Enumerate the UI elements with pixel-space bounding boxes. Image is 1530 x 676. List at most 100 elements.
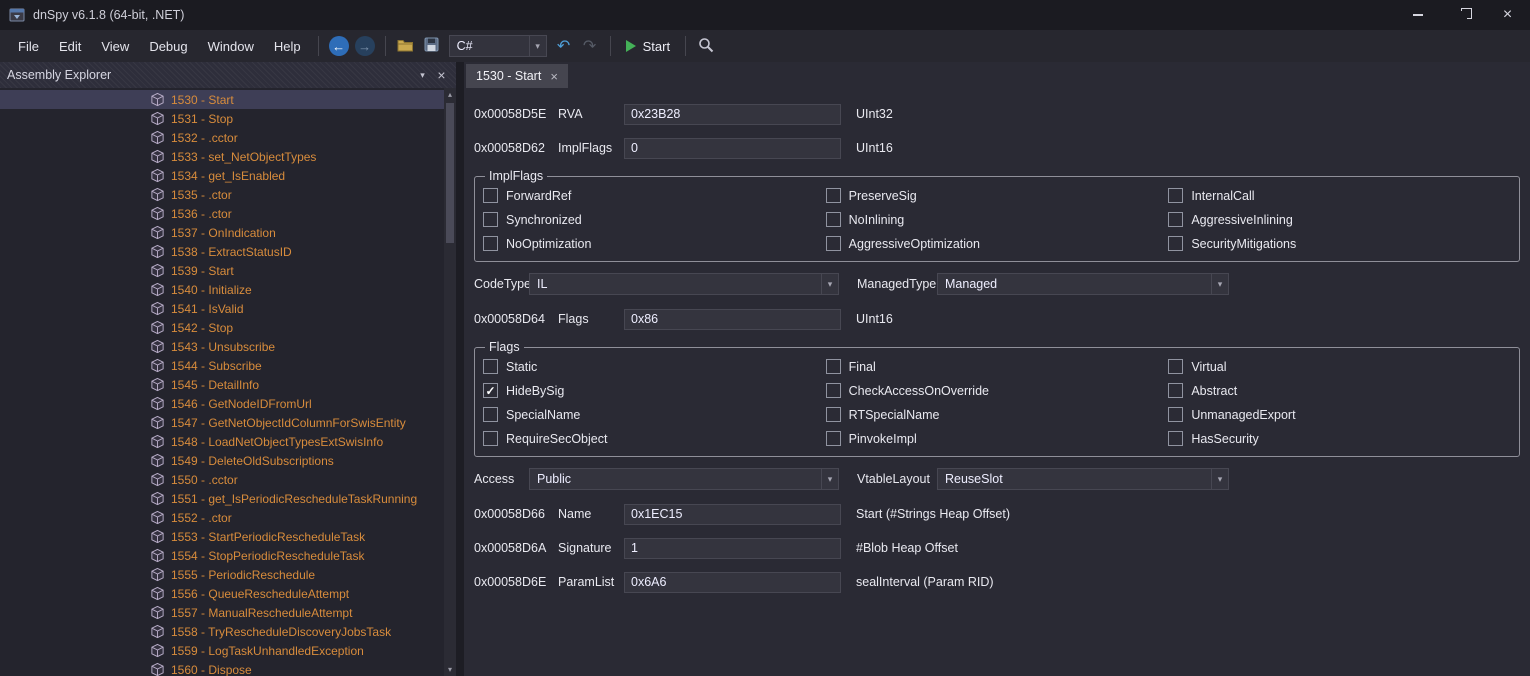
menu-item[interactable]: Window bbox=[198, 34, 264, 59]
save-all-button[interactable] bbox=[419, 33, 445, 59]
scroll-down-icon[interactable]: ▾ bbox=[444, 663, 456, 676]
flag-checkbox[interactable]: HasSecurity bbox=[1168, 427, 1511, 450]
flag-checkbox[interactable]: SpecialName bbox=[483, 403, 826, 426]
tree-item[interactable]: 1537 - OnIndication bbox=[0, 223, 456, 242]
tree-item[interactable]: 1543 - Unsubscribe bbox=[0, 337, 456, 356]
flag-checkbox[interactable]: UnmanagedExport bbox=[1168, 403, 1511, 426]
flag-checkbox[interactable]: HideBySig bbox=[483, 379, 826, 402]
language-combobox[interactable]: C# ▾ bbox=[449, 35, 547, 57]
flag-checkbox[interactable]: NoOptimization bbox=[483, 232, 826, 255]
flag-checkbox[interactable]: CheckAccessOnOverride bbox=[826, 379, 1169, 402]
tree-item[interactable]: 1559 - LogTaskUnhandledException bbox=[0, 641, 456, 660]
scroll-up-icon[interactable]: ▴ bbox=[444, 88, 456, 101]
start-debugging-button[interactable]: Start bbox=[618, 33, 678, 59]
flag-checkbox-label: UnmanagedExport bbox=[1191, 408, 1295, 422]
redo-button[interactable]: ↷ bbox=[577, 33, 603, 59]
type-label: UInt16 bbox=[856, 141, 893, 155]
checkbox-box-icon bbox=[483, 383, 498, 398]
menu-item[interactable]: Debug bbox=[139, 34, 197, 59]
tree-item[interactable]: 1544 - Subscribe bbox=[0, 356, 456, 375]
vtablelayout-combobox[interactable]: ReuseSlot ▾ bbox=[937, 468, 1229, 490]
tree-item[interactable]: 1533 - set_NetObjectTypes bbox=[0, 147, 456, 166]
flag-checkbox[interactable]: Abstract bbox=[1168, 379, 1511, 402]
panel-close-button[interactable]: × bbox=[432, 65, 451, 85]
panel-menu-button[interactable]: ▾ bbox=[413, 65, 432, 85]
flag-checkbox[interactable]: Synchronized bbox=[483, 208, 826, 231]
flag-checkbox[interactable]: Final bbox=[826, 355, 1169, 378]
tab-close-icon[interactable]: × bbox=[550, 69, 558, 84]
tree-item[interactable]: 1550 - .cctor bbox=[0, 470, 456, 489]
flag-checkbox[interactable]: Static bbox=[483, 355, 826, 378]
access-combobox[interactable]: Public ▾ bbox=[529, 468, 839, 490]
codetype-combobox[interactable]: IL ▾ bbox=[529, 273, 839, 295]
tree-item[interactable]: 1560 - Dispose bbox=[0, 660, 456, 676]
restore-button[interactable] bbox=[1440, 0, 1485, 30]
flag-checkbox[interactable]: AggressiveOptimization bbox=[826, 232, 1169, 255]
tree-item[interactable]: 1547 - GetNetObjectIdColumnForSwisEntity bbox=[0, 413, 456, 432]
tree-item[interactable]: 1554 - StopPeriodicRescheduleTask bbox=[0, 546, 456, 565]
implflags-input[interactable] bbox=[624, 138, 841, 159]
method-icon bbox=[150, 358, 165, 373]
tree-item[interactable]: 1552 - .ctor bbox=[0, 508, 456, 527]
name-input[interactable] bbox=[624, 504, 841, 525]
tree-item[interactable]: 1531 - Stop bbox=[0, 109, 456, 128]
tree-item[interactable]: 1545 - DetailInfo bbox=[0, 375, 456, 394]
tree-item[interactable]: 1546 - GetNodeIDFromUrl bbox=[0, 394, 456, 413]
signature-input[interactable] bbox=[624, 538, 841, 559]
flag-checkbox[interactable]: AggressiveInlining bbox=[1168, 208, 1511, 231]
undo-button[interactable]: ↶ bbox=[551, 33, 577, 59]
tree-item[interactable]: 1539 - Start bbox=[0, 261, 456, 280]
flag-checkbox[interactable]: Virtual bbox=[1168, 355, 1511, 378]
flag-checkbox-label: Virtual bbox=[1191, 360, 1226, 374]
flag-checkbox[interactable]: SecurityMitigations bbox=[1168, 232, 1511, 255]
close-button[interactable]: × bbox=[1485, 0, 1530, 30]
flag-checkbox[interactable]: PreserveSig bbox=[826, 184, 1169, 207]
menu-item[interactable]: Edit bbox=[49, 34, 91, 59]
open-file-button[interactable] bbox=[393, 33, 419, 59]
tree-item[interactable]: 1541 - IsValid bbox=[0, 299, 456, 318]
menu-item[interactable]: View bbox=[91, 34, 139, 59]
navigate-forward-button[interactable]: → bbox=[352, 33, 378, 59]
tree-item[interactable]: 1532 - .cctor bbox=[0, 128, 456, 147]
checkbox-box-icon bbox=[826, 188, 841, 203]
flag-checkbox[interactable]: ForwardRef bbox=[483, 184, 826, 207]
tree-item-label: 1555 - PeriodicReschedule bbox=[171, 568, 315, 582]
menu-item[interactable]: Help bbox=[264, 34, 311, 59]
assembly-explorer-header[interactable]: Assembly Explorer ▾ × bbox=[0, 62, 456, 88]
flag-checkbox-label: AggressiveInlining bbox=[1191, 213, 1292, 227]
flag-checkbox[interactable]: RTSpecialName bbox=[826, 403, 1169, 426]
scrollbar-thumb[interactable] bbox=[446, 103, 454, 243]
tree-item[interactable]: 1540 - Initialize bbox=[0, 280, 456, 299]
search-button[interactable] bbox=[693, 33, 719, 59]
tree-item[interactable]: 1549 - DeleteOldSubscriptions bbox=[0, 451, 456, 470]
tree-item[interactable]: 1556 - QueueRescheduleAttempt bbox=[0, 584, 456, 603]
flag-checkbox[interactable]: RequireSecObject bbox=[483, 427, 826, 450]
minimize-button[interactable] bbox=[1395, 0, 1440, 30]
tree-item[interactable]: 1534 - get_IsEnabled bbox=[0, 166, 456, 185]
tree-item[interactable]: 1557 - ManualRescheduleAttempt bbox=[0, 603, 456, 622]
tree-item[interactable]: 1548 - LoadNetObjectTypesExtSwisInfo bbox=[0, 432, 456, 451]
panel-splitter[interactable] bbox=[456, 62, 464, 676]
paramlist-input[interactable] bbox=[624, 572, 841, 593]
flag-checkbox[interactable]: NoInlining bbox=[826, 208, 1169, 231]
tree-item[interactable]: 1536 - .ctor bbox=[0, 204, 456, 223]
tree-item[interactable]: 1538 - ExtractStatusID bbox=[0, 242, 456, 261]
tree-item[interactable]: 1530 - Start bbox=[0, 90, 456, 109]
rva-input[interactable] bbox=[624, 104, 841, 125]
tree-item[interactable]: 1535 - .ctor bbox=[0, 185, 456, 204]
tree-scrollbar[interactable]: ▴ ▾ bbox=[444, 88, 456, 676]
flag-checkbox[interactable]: InternalCall bbox=[1168, 184, 1511, 207]
tree-item[interactable]: 1553 - StartPeriodicRescheduleTask bbox=[0, 527, 456, 546]
checkbox-box-icon bbox=[483, 407, 498, 422]
navigate-back-button[interactable]: ← bbox=[326, 33, 352, 59]
menu-item[interactable]: File bbox=[8, 34, 49, 59]
tree-item[interactable]: 1551 - get_IsPeriodicRescheduleTaskRunni… bbox=[0, 489, 456, 508]
flag-checkbox[interactable]: PinvokeImpl bbox=[826, 427, 1169, 450]
tree-item-label: 1556 - QueueRescheduleAttempt bbox=[171, 587, 349, 601]
tree-item[interactable]: 1558 - TryRescheduleDiscoveryJobsTask bbox=[0, 622, 456, 641]
tree-item[interactable]: 1555 - PeriodicReschedule bbox=[0, 565, 456, 584]
tab-1530-start[interactable]: 1530 - Start × bbox=[466, 64, 568, 88]
managedtype-combobox[interactable]: Managed ▾ bbox=[937, 273, 1229, 295]
flags-input[interactable] bbox=[624, 309, 841, 330]
tree-item[interactable]: 1542 - Stop bbox=[0, 318, 456, 337]
